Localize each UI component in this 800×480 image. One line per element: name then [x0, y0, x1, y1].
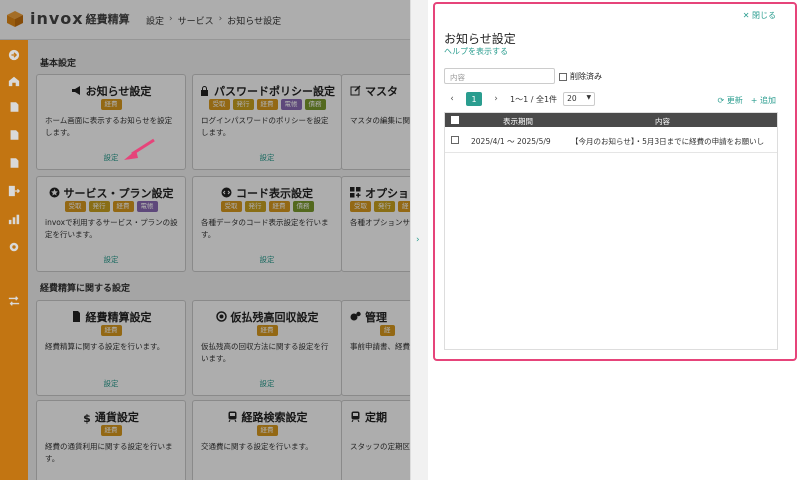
row-checkbox[interactable]	[451, 136, 459, 144]
deleted-checkbox[interactable]	[559, 72, 567, 81]
caret-down-icon: ▼	[586, 94, 592, 101]
table-row[interactable]: 2025/4/1 〜 2025/5/9 【今月のお知らせ】・5月3日までに経費の…	[445, 127, 777, 153]
grid-actions: ⟳ 更新 + 追加	[718, 95, 777, 106]
cell-content: 【今月のお知らせ】・5月3日までに経費の申請をお願いし	[571, 137, 765, 146]
add-label: 追加	[760, 96, 776, 105]
refresh-icon: ⟳	[717, 96, 725, 105]
add-button[interactable]: + 追加	[751, 95, 776, 106]
refresh-button[interactable]: ⟳ 更新	[718, 95, 743, 106]
modal-backdrop-rail[interactable]	[0, 40, 28, 480]
page-range-text: 1〜1 / 全1件	[510, 94, 558, 104]
cell-period: 2025/4/1 〜 2025/5/9	[471, 137, 551, 146]
refresh-label: 更新	[726, 96, 743, 105]
table-header: 表示期間 内容	[445, 113, 777, 127]
notice-table: 表示期間 内容 2025/4/1 〜 2025/5/9 【今月のお知らせ】・5月…	[444, 112, 778, 350]
pagination: ‹ 1 › 1〜1 / 全1件 20 ▼	[444, 92, 596, 106]
notice-settings-panel: ✕ 閉じる お知らせ設定 ヘルプを表示する 内容 削除済み ‹ 1 › 1〜1 …	[428, 0, 800, 480]
deleted-filter[interactable]: 削除済み	[559, 71, 602, 82]
current-page-button[interactable]: 1	[466, 92, 482, 106]
column-header-period[interactable]: 表示期間	[503, 116, 533, 127]
panel-collapse-strip[interactable]: ›	[410, 0, 428, 480]
modal-backdrop[interactable]	[28, 40, 410, 480]
search-input[interactable]: 内容	[444, 68, 555, 84]
next-page-icon[interactable]: ›	[488, 92, 504, 106]
app-root: invox 経費精算 設定 › サービス › お知らせ設定 基本設定 お知らせ設…	[0, 0, 800, 480]
plus-icon: +	[750, 96, 758, 105]
page-size-select[interactable]: 20 ▼	[563, 92, 596, 106]
deleted-label: 削除済み	[570, 72, 602, 81]
panel-title: お知らせ設定	[444, 32, 516, 46]
close-label: 閉じる	[752, 11, 776, 20]
modal-backdrop-header[interactable]	[0, 0, 410, 40]
help-link[interactable]: ヘルプを表示する	[444, 46, 508, 57]
annotation-arrow-icon	[124, 138, 155, 160]
select-all-checkbox[interactable]	[451, 116, 459, 124]
page-size-value: 20	[567, 94, 577, 103]
prev-page-icon[interactable]: ‹	[444, 92, 460, 106]
close-button[interactable]: ✕ 閉じる	[743, 10, 776, 21]
chevron-right-icon[interactable]: ›	[416, 235, 420, 245]
column-header-content[interactable]: 内容	[655, 116, 670, 127]
